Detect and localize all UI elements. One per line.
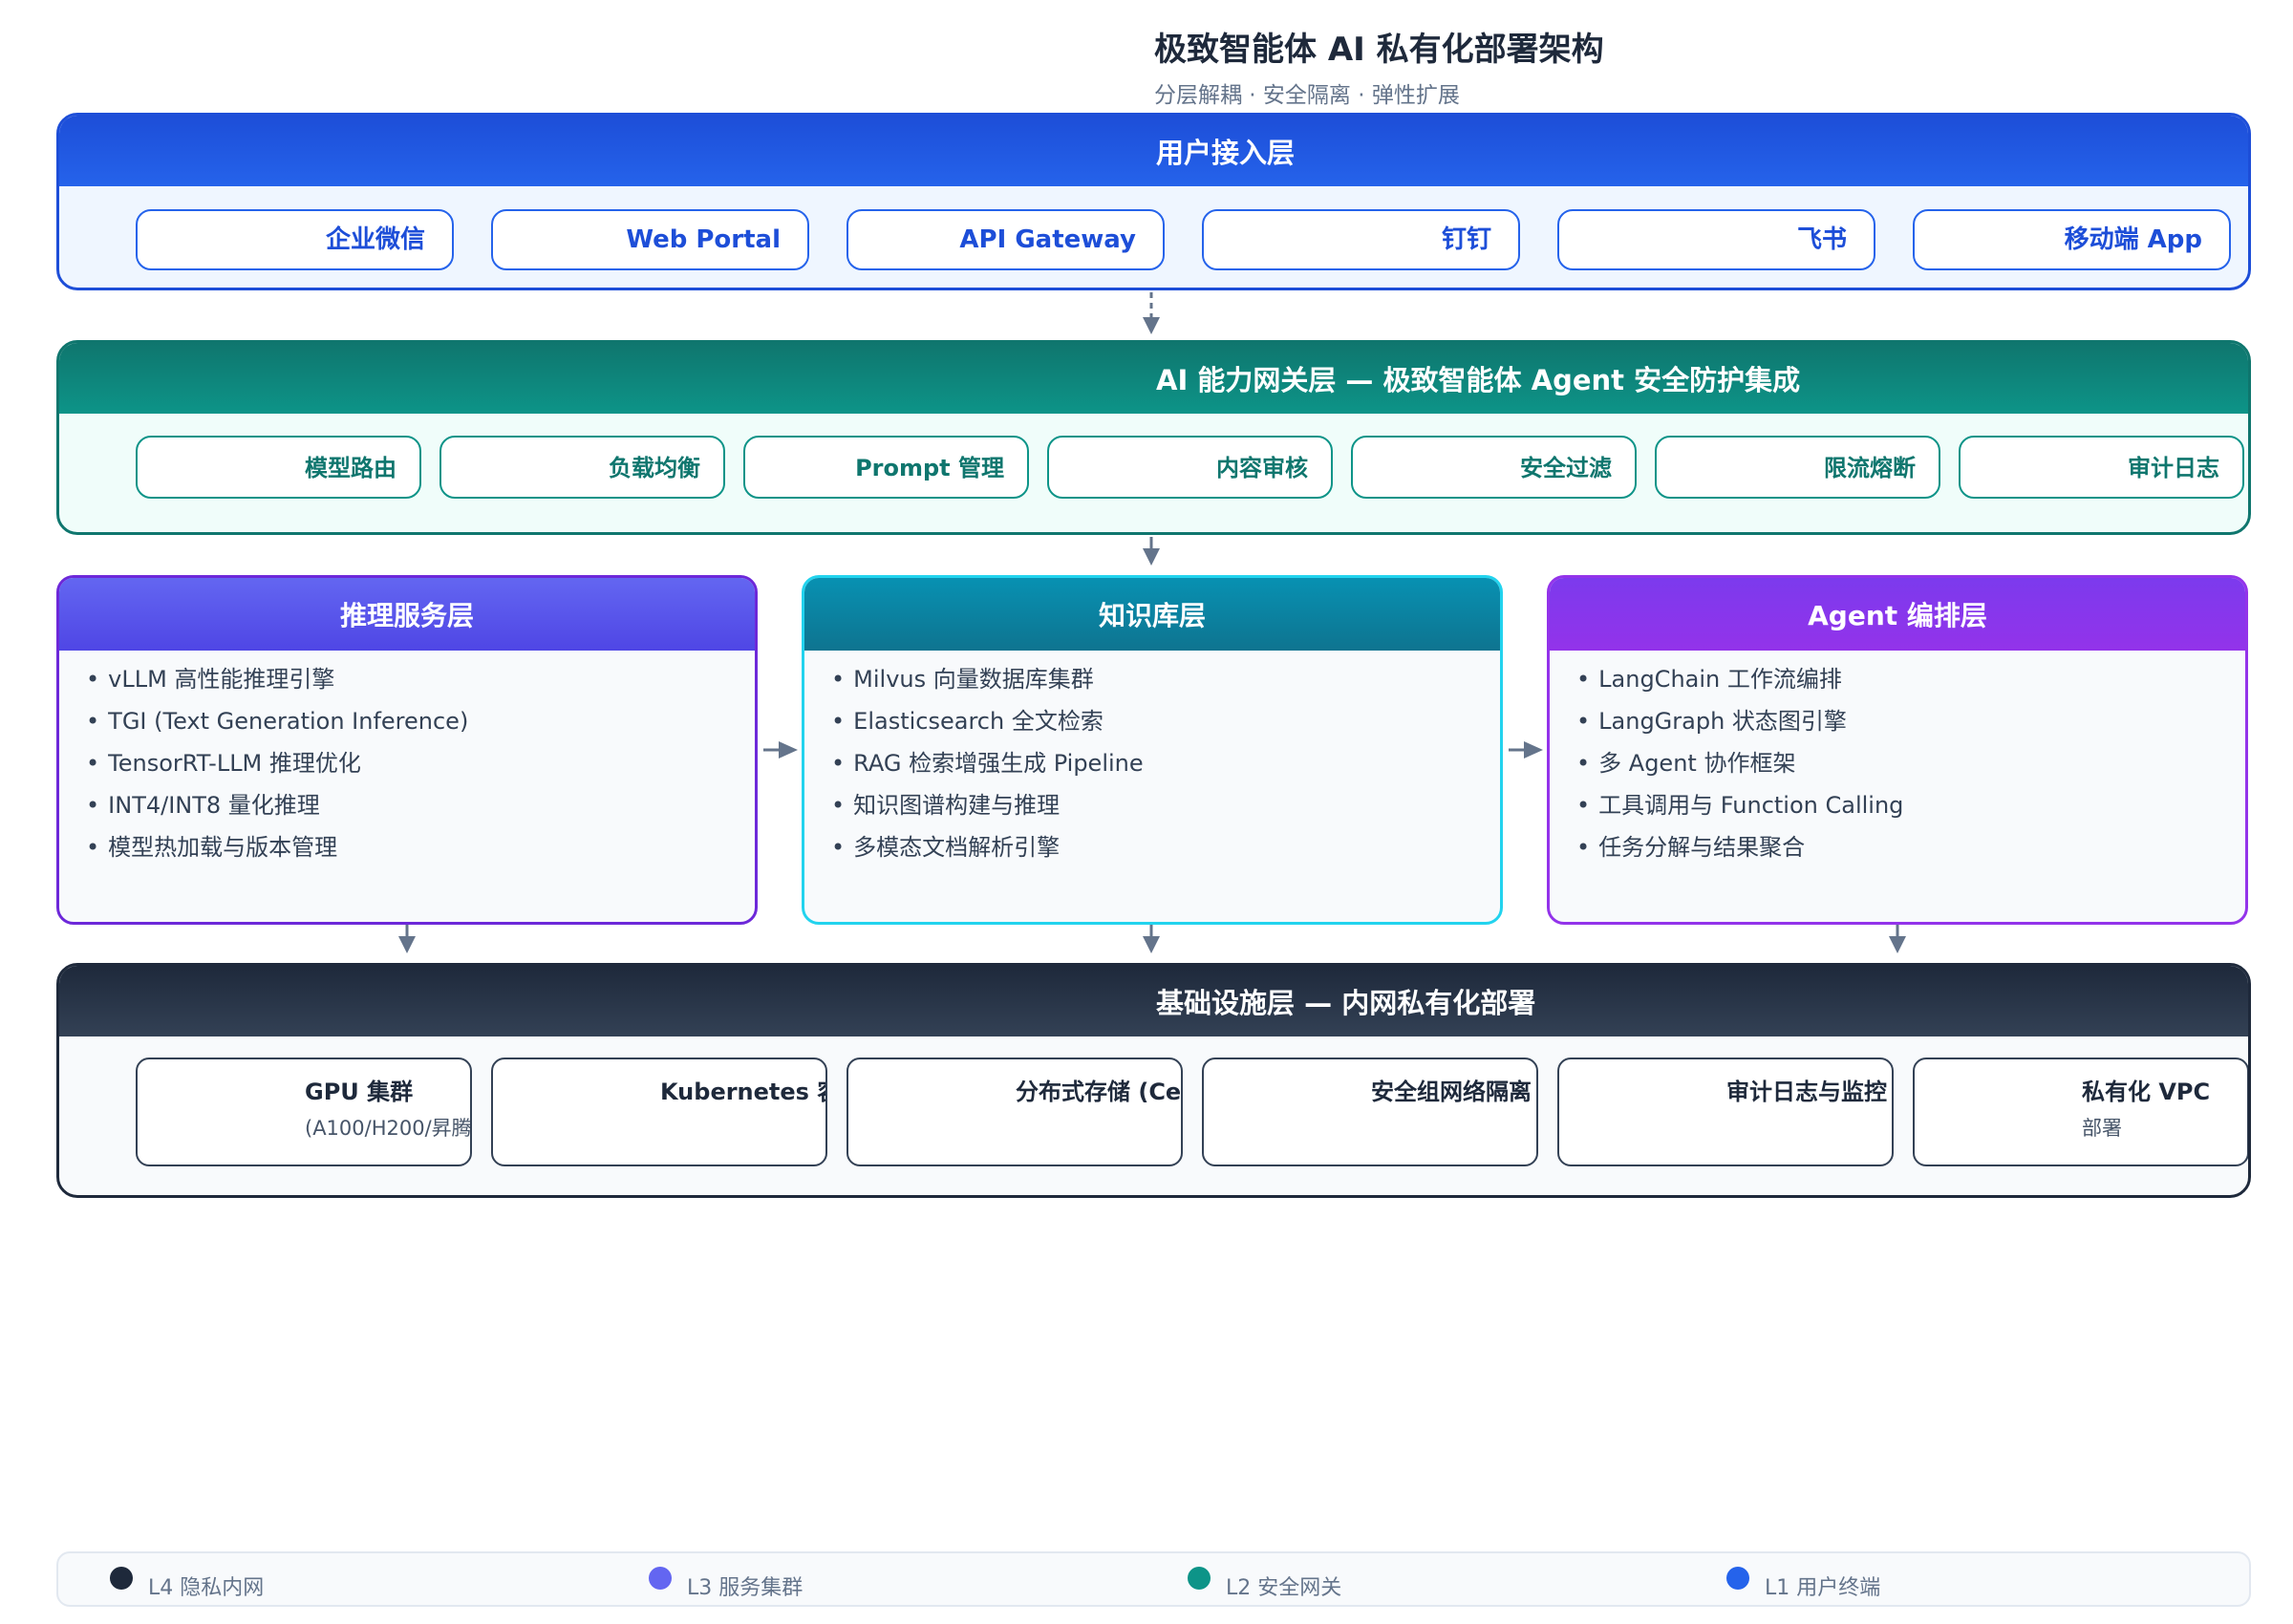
gateway-item-label: 内容审核	[1216, 455, 1308, 481]
infra-card-name: Kubernetes 容器编排	[660, 1079, 825, 1105]
arrow-knowledge-to-agent	[1509, 741, 1543, 759]
access-item-dingtalk: 钉钉	[1202, 209, 1520, 270]
legend-label: L1 用户终端	[1765, 1576, 1881, 1600]
infra-card-name: GPU 集群	[305, 1079, 414, 1105]
list-item: RAG 检索增强生成 Pipeline	[831, 742, 1143, 784]
access-item-feishu: 飞书	[1557, 209, 1875, 270]
access-item-label: API Gateway	[959, 225, 1136, 254]
agent-orchestration-layer-title: Agent 编排层	[1550, 578, 2245, 651]
gateway-item-label: 安全过滤	[1520, 455, 1612, 481]
infra-card-gpu-cluster: GPU 集群 (A100/H200/昇腾)	[136, 1058, 472, 1166]
infra-card-desc: (A100/H200/昇腾)	[305, 1117, 472, 1140]
list-item: Milvus 向量数据库集群	[831, 658, 1144, 700]
infrastructure-layer: 基础设施层 — 内网私有化部署 GPU 集群 (A100/H200/昇腾) Ku…	[56, 963, 2251, 1198]
list-item: LangGraph 状态图引擎	[1576, 700, 1903, 742]
agent-item-list: LangChain 工作流编排 LangGraph 状态图引擎 多 Agent …	[1576, 658, 1903, 868]
knowledge-item-list: Milvus 向量数据库集群 Elasticsearch 全文检索 RAG 检索…	[831, 658, 1144, 868]
agent-orchestration-layer: Agent 编排层 LangChain 工作流编排 LangGraph 状态图引…	[1547, 575, 2248, 925]
gateway-item-label: Prompt 管理	[855, 455, 1004, 481]
user-access-layer-header: 用户接入层	[59, 116, 2248, 186]
list-item: 工具调用与 Function Calling	[1576, 784, 1903, 826]
legend-dot-icon	[1188, 1567, 1211, 1590]
gateway-item-rate-limit: 限流熔断	[1655, 436, 1940, 499]
legend-dot-icon	[1726, 1567, 1749, 1590]
infra-card-audit-monitoring: 审计日志与监控	[1557, 1058, 1894, 1166]
arrow-inference-to-infra	[398, 925, 416, 953]
access-item-web-portal: Web Portal	[491, 209, 809, 270]
infra-card-name: 安全组网络隔离	[1371, 1079, 1532, 1105]
list-item: 模型热加载与版本管理	[86, 826, 468, 868]
user-access-layer-title: 用户接入层	[1156, 137, 1296, 169]
gateway-item-security-filter: 安全过滤	[1351, 436, 1637, 499]
access-item-wecom: 企业微信	[136, 209, 454, 270]
infrastructure-layer-title: 基础设施层 — 内网私有化部署	[1156, 987, 1536, 1019]
list-item: vLLM 高性能推理引擎	[86, 658, 468, 700]
infra-card-private-vpc: 私有化 VPC 部署	[1913, 1058, 2248, 1166]
legend-dot-icon	[649, 1567, 672, 1590]
list-item: 任务分解与结果聚合	[1576, 826, 1903, 868]
list-item: LangChain 工作流编排	[1576, 658, 1903, 700]
infra-card-name: 私有化 VPC	[2082, 1079, 2211, 1105]
gateway-item-prompt-management: Prompt 管理	[743, 436, 1029, 499]
arrow-agent-to-infra	[1889, 925, 1906, 953]
infra-card-network-isolation: 安全组网络隔离	[1202, 1058, 1538, 1166]
gateway-item-label: 限流熔断	[1824, 455, 1916, 481]
infrastructure-layer-header: 基础设施层 — 内网私有化部署	[59, 966, 2248, 1036]
ai-gateway-layer-title: AI 能力网关层 — 极致智能体 Agent 安全防护集成	[1156, 364, 1801, 396]
list-item: TGI (Text Generation Inference)	[86, 700, 468, 742]
ai-gateway-layer-header: AI 能力网关层 — 极致智能体 Agent 安全防护集成	[59, 343, 2248, 414]
arrow-access-to-gateway	[1143, 292, 1160, 334]
infra-card-desc: 部署	[2082, 1117, 2122, 1140]
ai-gateway-layer: AI 能力网关层 — 极致智能体 Agent 安全防护集成 模型路由 负载均衡 …	[56, 340, 2251, 535]
infra-card-distributed-storage: 分布式存储 (Ceph)	[846, 1058, 1183, 1166]
access-item-api-gateway: API Gateway	[846, 209, 1165, 270]
knowledge-base-layer: 知识库层 Milvus 向量数据库集群 Elasticsearch 全文检索 R…	[802, 575, 1503, 925]
arrow-knowledge-to-infra	[1143, 925, 1160, 953]
gateway-item-load-balancing: 负载均衡	[439, 436, 725, 499]
legend-label: L4 隐私内网	[148, 1576, 265, 1600]
gateway-item-content-review: 内容审核	[1047, 436, 1333, 499]
arrow-inference-to-knowledge	[763, 741, 798, 759]
list-item: 多模态文档解析引擎	[831, 826, 1144, 868]
access-item-mobile-app: 移动端 App	[1913, 209, 2231, 270]
diagram-subtitle: 分层解耦 · 安全隔离 · 弹性扩展	[1154, 83, 1460, 108]
access-item-label: 企业微信	[325, 225, 425, 254]
access-item-label: 钉钉	[1441, 225, 1491, 254]
access-item-label: 飞书	[1796, 225, 1847, 254]
access-item-label: Web Portal	[626, 225, 781, 254]
infra-card-name: 分布式存储 (Ceph)	[1016, 1079, 1182, 1105]
inference-item-list: vLLM 高性能推理引擎 TGI (Text Generation Infere…	[86, 658, 468, 868]
gateway-item-audit-log: 审计日志	[1959, 436, 2244, 499]
list-item: INT4/INT8 量化推理	[86, 784, 468, 826]
inference-service-layer: 推理服务层 vLLM 高性能推理引擎 TGI (Text Generation …	[56, 575, 758, 925]
arrow-gateway-to-services	[1143, 537, 1160, 566]
legend-label: L2 安全网关	[1226, 1576, 1342, 1600]
gateway-item-label: 审计日志	[2128, 455, 2219, 481]
infra-card-kubernetes: Kubernetes 容器编排	[491, 1058, 827, 1166]
list-item: 知识图谱构建与推理	[831, 784, 1144, 826]
legend: L4 隐私内网 L3 服务集群 L2 安全网关 L1 用户终端	[56, 1551, 2251, 1607]
gateway-item-label: 模型路由	[305, 455, 396, 481]
legend-label: L3 服务集群	[687, 1576, 804, 1600]
list-item: TensorRT-LLM 推理优化	[86, 742, 468, 784]
infra-card-name: 审计日志与监控	[1726, 1079, 1887, 1105]
access-item-label: 移动端 App	[2064, 225, 2202, 254]
list-item: 多 Agent 协作框架	[1576, 742, 1903, 784]
inference-service-layer-title: 推理服务层	[59, 578, 755, 651]
gateway-item-label: 负载均衡	[609, 455, 700, 481]
knowledge-base-layer-title: 知识库层	[804, 578, 1500, 651]
user-access-layer: 用户接入层 企业微信 Web Portal API Gateway 钉钉 飞书 …	[56, 113, 2251, 290]
legend-dot-icon	[110, 1567, 133, 1590]
diagram-title: 极致智能体 AI 私有化部署架构	[1154, 31, 1604, 69]
gateway-item-model-routing: 模型路由	[136, 436, 421, 499]
list-item: Elasticsearch 全文检索	[831, 700, 1144, 742]
